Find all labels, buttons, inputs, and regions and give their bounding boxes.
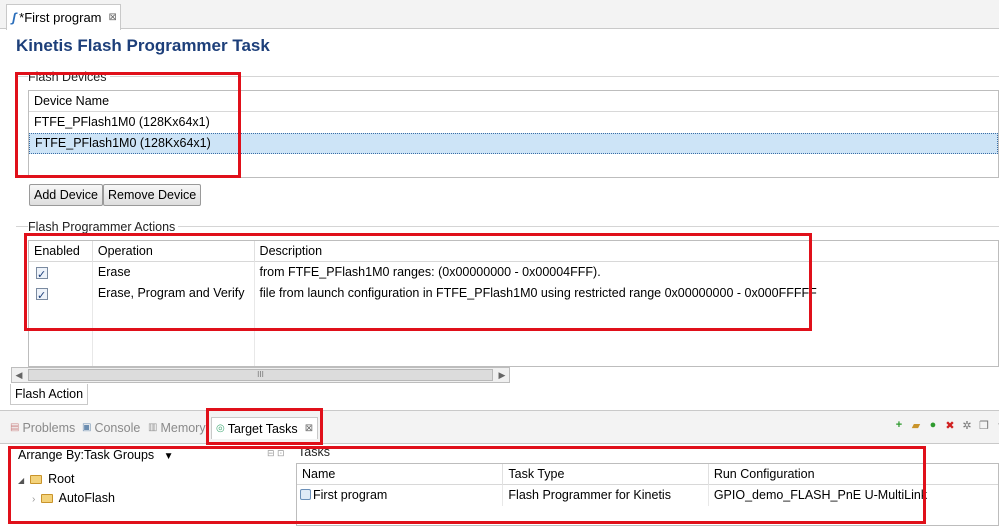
- open-folder-icon[interactable]: ▰: [910, 419, 922, 432]
- scroll-right-icon[interactable]: ▶: [495, 368, 509, 382]
- enabled-checkbox[interactable]: [36, 265, 48, 283]
- close-icon[interactable]: ⊠: [305, 419, 313, 439]
- copy-icon[interactable]: ❐: [978, 419, 990, 432]
- table-row[interactable]: Erase, Program and Verify file from laun…: [29, 283, 998, 304]
- actions-label: Flash Programmer Actions: [28, 220, 179, 234]
- tab-console-label: Console: [94, 421, 141, 435]
- view-menu-icon[interactable]: ▿: [995, 419, 999, 432]
- tab-console[interactable]: ▣ Console: [82, 418, 140, 438]
- table-row[interactable]: Erase from FTFE_PFlash1M0 ranges: (0x000…: [29, 262, 998, 283]
- add-icon[interactable]: +: [893, 419, 905, 432]
- operation-cell: Erase, Program and Verify: [93, 283, 255, 304]
- device-name-cell: FTFE_PFlash1M0 (128Kx64x1): [35, 136, 211, 150]
- run-configuration-header[interactable]: Run Configuration: [709, 464, 998, 485]
- problems-icon: ▤: [10, 422, 20, 433]
- empty-cell: [255, 304, 998, 366]
- tree-root[interactable]: ◢ Root: [18, 472, 75, 486]
- view-toolbar: + ▰ ● ✖ ✲ ❐ ▿: [893, 419, 999, 432]
- tab-memory[interactable]: ▥ Memory: [148, 418, 206, 438]
- description-cell: file from launch configuration in FTFE_P…: [259, 286, 817, 300]
- tree-item-label: AutoFlash: [58, 491, 115, 505]
- folder-icon: [29, 475, 42, 484]
- table-row-selected[interactable]: FTFE_PFlash1M0 (128Kx64x1): [29, 133, 998, 154]
- empty-cell: [93, 304, 255, 366]
- arrange-by-label: Arrange By:Task Groups: [18, 448, 155, 462]
- tab-target-tasks-label: Target Tasks: [227, 421, 298, 436]
- tree-item-autoflash[interactable]: › AutoFlash: [32, 491, 115, 505]
- enabled-header[interactable]: Enabled: [29, 241, 93, 262]
- enabled-cell[interactable]: [29, 283, 93, 304]
- empty-rows: [29, 304, 998, 366]
- tasks-label: Tasks: [298, 445, 330, 459]
- close-icon[interactable]: ⊠: [109, 12, 117, 23]
- task-name: First program: [313, 488, 388, 502]
- device-name-cell: FTFE_PFlash1M0 (128Kx64x1): [34, 115, 210, 129]
- tree-root-label: Root: [48, 472, 75, 486]
- title-separator: [16, 76, 999, 77]
- description-cell: from FTFE_PFlash1M0 ranges: (0x00000000 …: [259, 265, 601, 279]
- tab-problems[interactable]: ▤ Problems: [10, 418, 75, 438]
- flash-devices-label: Flash Devices: [28, 70, 110, 84]
- arrange-by-dropdown[interactable]: Arrange By:Task Groups ▼: [18, 448, 174, 462]
- task-type-cell: Flash Programmer for Kinetis: [503, 485, 709, 506]
- chevron-down-icon[interactable]: ▼: [164, 451, 174, 462]
- collapse-arrow-icon[interactable]: ›: [32, 494, 35, 505]
- run-icon[interactable]: ●: [927, 419, 939, 432]
- tab-target-tasks[interactable]: ◎ Target Tasks ⊠: [211, 417, 319, 439]
- flash-program-icon: ʃ: [12, 10, 17, 25]
- tab-problems-label: Problems: [22, 421, 76, 435]
- tab-memory-label: Memory: [160, 421, 206, 435]
- delete-icon[interactable]: ✖: [944, 419, 956, 432]
- collapse-icon[interactable]: ⊟ ⊡: [267, 448, 285, 459]
- operation-header[interactable]: Operation: [93, 241, 255, 262]
- add-device-button[interactable]: Add Device: [29, 184, 103, 206]
- console-icon: ▣: [82, 422, 92, 433]
- table-row[interactable]: FTFE_PFlash1M0 (128Kx64x1): [29, 112, 998, 133]
- name-header[interactable]: Name: [297, 464, 504, 485]
- folder-icon: [40, 494, 53, 503]
- target-tasks-icon: ◎: [216, 422, 225, 434]
- enabled-checkbox[interactable]: [36, 286, 48, 304]
- editor-tab-label: *First program: [19, 10, 102, 25]
- flash-devices-table[interactable]: Device Name FTFE_PFlash1M0 (128Kx64x1) F…: [28, 90, 999, 178]
- description-header[interactable]: Description: [255, 241, 998, 262]
- remove-device-button[interactable]: Remove Device: [103, 184, 202, 206]
- memory-icon: ▥: [148, 422, 158, 433]
- table-row[interactable]: First program Flash Programmer for Kinet…: [297, 485, 998, 506]
- actions-table[interactable]: Enabled Operation Description Erase from…: [28, 240, 999, 367]
- settings-icon[interactable]: ✲: [961, 419, 973, 432]
- task-name-cell: First program: [297, 485, 504, 506]
- horizontal-scrollbar[interactable]: ◀ III ▶: [11, 367, 510, 383]
- editor-tab-strip: [0, 0, 999, 29]
- expand-arrow-icon[interactable]: ◢: [18, 476, 24, 485]
- scroll-left-icon[interactable]: ◀: [12, 368, 26, 382]
- run-configuration-cell: GPIO_demo_FLASH_PnE U-MultiLink: [713, 488, 928, 502]
- page-title: Kinetis Flash Programmer Task: [16, 36, 270, 55]
- empty-cell: [29, 304, 93, 366]
- enabled-cell[interactable]: [29, 262, 93, 283]
- operation-cell: Erase: [93, 262, 255, 283]
- tab-flash-action[interactable]: Flash Action: [10, 384, 89, 405]
- tasks-table[interactable]: Name Task Type Run Configuration First p…: [296, 463, 999, 526]
- task-icon: [300, 489, 311, 500]
- editor-tab-first-program[interactable]: ʃ *First program ⊠: [6, 4, 121, 30]
- scroll-thumb[interactable]: III: [28, 369, 493, 381]
- device-name-header[interactable]: Device Name: [29, 91, 998, 112]
- task-type-header[interactable]: Task Type: [503, 464, 709, 485]
